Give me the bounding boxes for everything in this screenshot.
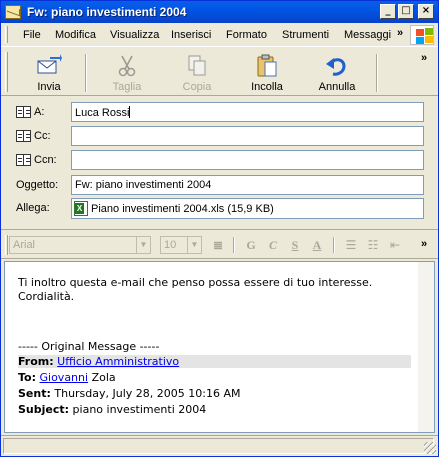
send-button[interactable]: Invia <box>19 52 79 94</box>
message-text: Ti inoltro questa e-mail che penso possa… <box>18 276 373 303</box>
format-separator <box>233 237 235 253</box>
to-line: To: Giovanni Zola <box>18 371 116 384</box>
from-line: From: Ufficio Amministrativo <box>18 355 411 368</box>
toolbar-separator <box>376 54 378 92</box>
attach-label: Allega: <box>16 202 50 214</box>
menu-bar: File Modifica Visualizza Inserisci Forma… <box>1 23 438 47</box>
cc-label[interactable]: Cc: <box>16 130 51 142</box>
font-select[interactable]: Arial ▼ <box>9 236 151 254</box>
bcc-row: Ccn: <box>1 150 438 172</box>
minimize-button[interactable]: _ <box>380 4 396 19</box>
subject-line: Subject: piano investimenti 2004 <box>18 403 207 416</box>
chevron-down-icon: ▼ <box>187 237 201 253</box>
cc-row: Cc: <box>1 126 438 148</box>
format-separator <box>333 237 335 253</box>
toolbar-separator <box>85 54 87 92</box>
address-book-icon <box>16 130 31 142</box>
text-cursor <box>129 106 131 118</box>
format-toolbar: Arial ▼ 10 ▼ ≣ G C S A ☰ ☷ ⇤ » <box>1 229 438 259</box>
attach-field[interactable]: Piano investimenti 2004.xls (15,9 KB) <box>71 198 424 219</box>
windows-logo-icon <box>410 25 434 45</box>
clipboard-icon <box>257 54 277 77</box>
toolbar-grip[interactable] <box>5 52 8 92</box>
undo-button[interactable]: Annulla <box>307 52 367 94</box>
compose-window: Fw: piano investimenti 2004 _ □ × File M… <box>0 0 439 457</box>
status-bar <box>1 435 438 456</box>
menu-overflow-chevron-icon[interactable]: » <box>397 27 403 39</box>
undo-icon <box>326 58 346 76</box>
font-color-icon[interactable]: A <box>309 237 325 253</box>
format-toolbar-grip[interactable] <box>5 235 8 255</box>
resize-grip-icon[interactable] <box>424 442 436 454</box>
cut-button[interactable]: Taglia <box>97 52 157 94</box>
address-book-icon <box>16 154 31 166</box>
menu-messages[interactable]: Messaggi <box>344 29 391 41</box>
menu-view[interactable]: Visualizza <box>110 29 159 41</box>
to-field[interactable]: Luca Rossi <box>71 102 424 122</box>
message-body[interactable]: Ti inoltro questa e-mail che penso possa… <box>4 261 435 433</box>
subject-field[interactable]: Fw: piano investimenti 2004 <box>71 175 424 195</box>
copy-button[interactable]: Copia <box>167 52 227 94</box>
menu-file[interactable]: File <box>23 29 41 41</box>
subject-label: Oggetto: <box>16 179 59 191</box>
maximize-button[interactable]: □ <box>398 4 414 19</box>
menu-edit[interactable]: Modifica <box>55 29 96 41</box>
underline-icon[interactable]: S <box>287 237 303 253</box>
cc-field[interactable] <box>71 126 424 146</box>
menu-tools[interactable]: Strumenti <box>282 29 329 41</box>
bcc-label[interactable]: Ccn: <box>16 154 57 166</box>
vertical-scrollbar[interactable] <box>418 262 434 432</box>
subject-row: Oggetto: Fw: piano investimenti 2004 <box>1 175 438 197</box>
bulleted-list-icon[interactable]: ☷ <box>365 237 381 253</box>
window-controls: _ □ × <box>380 4 434 19</box>
title-bar[interactable]: Fw: piano investimenti 2004 _ □ × <box>1 1 438 23</box>
menu-insert[interactable]: Inserisci <box>171 29 211 41</box>
font-size-select[interactable]: 10 ▼ <box>160 236 202 254</box>
window-title: Fw: piano investimenti 2004 <box>27 5 187 19</box>
to-label[interactable]: A: <box>16 106 44 118</box>
attach-row: Allega: Piano investimenti 2004.xls (15,… <box>1 198 438 220</box>
scissors-icon <box>118 55 136 77</box>
main-toolbar: Invia Taglia Copia Incolla Annulla » <box>1 48 438 96</box>
excel-file-icon <box>74 201 88 216</box>
decrease-indent-icon[interactable]: ⇤ <box>387 237 403 253</box>
menu-format[interactable]: Formato <box>226 29 267 41</box>
attachment-item[interactable]: Piano investimenti 2004.xls (15,9 KB) <box>74 201 421 216</box>
bold-icon[interactable]: G <box>243 237 259 253</box>
italic-icon[interactable]: C <box>265 237 281 253</box>
to-row: A: Luca Rossi <box>1 102 438 124</box>
original-message-separator: ----- Original Message ----- <box>18 340 160 353</box>
send-icon <box>37 54 62 74</box>
copy-icon <box>188 55 206 76</box>
bcc-field[interactable] <box>71 150 424 170</box>
paste-button[interactable]: Incolla <box>237 52 297 94</box>
close-button[interactable]: × <box>418 4 434 19</box>
toolbar-overflow-chevron-icon[interactable]: » <box>421 52 427 64</box>
from-link[interactable]: Ufficio Amministrativo <box>57 355 179 368</box>
numbered-list-icon[interactable]: ☰ <box>343 237 359 253</box>
format-overflow-chevron-icon[interactable]: » <box>421 238 427 250</box>
address-book-icon <box>16 106 31 118</box>
envelope-icon <box>5 5 21 19</box>
sent-line: Sent: Thursday, July 28, 2005 10:16 AM <box>18 387 241 400</box>
status-pane <box>3 438 434 454</box>
to-link[interactable]: Giovanni <box>40 371 89 384</box>
chevron-down-icon: ▼ <box>136 237 150 253</box>
menu-grip[interactable] <box>5 26 8 43</box>
paragraph-style-icon[interactable]: ≣ <box>210 237 226 253</box>
